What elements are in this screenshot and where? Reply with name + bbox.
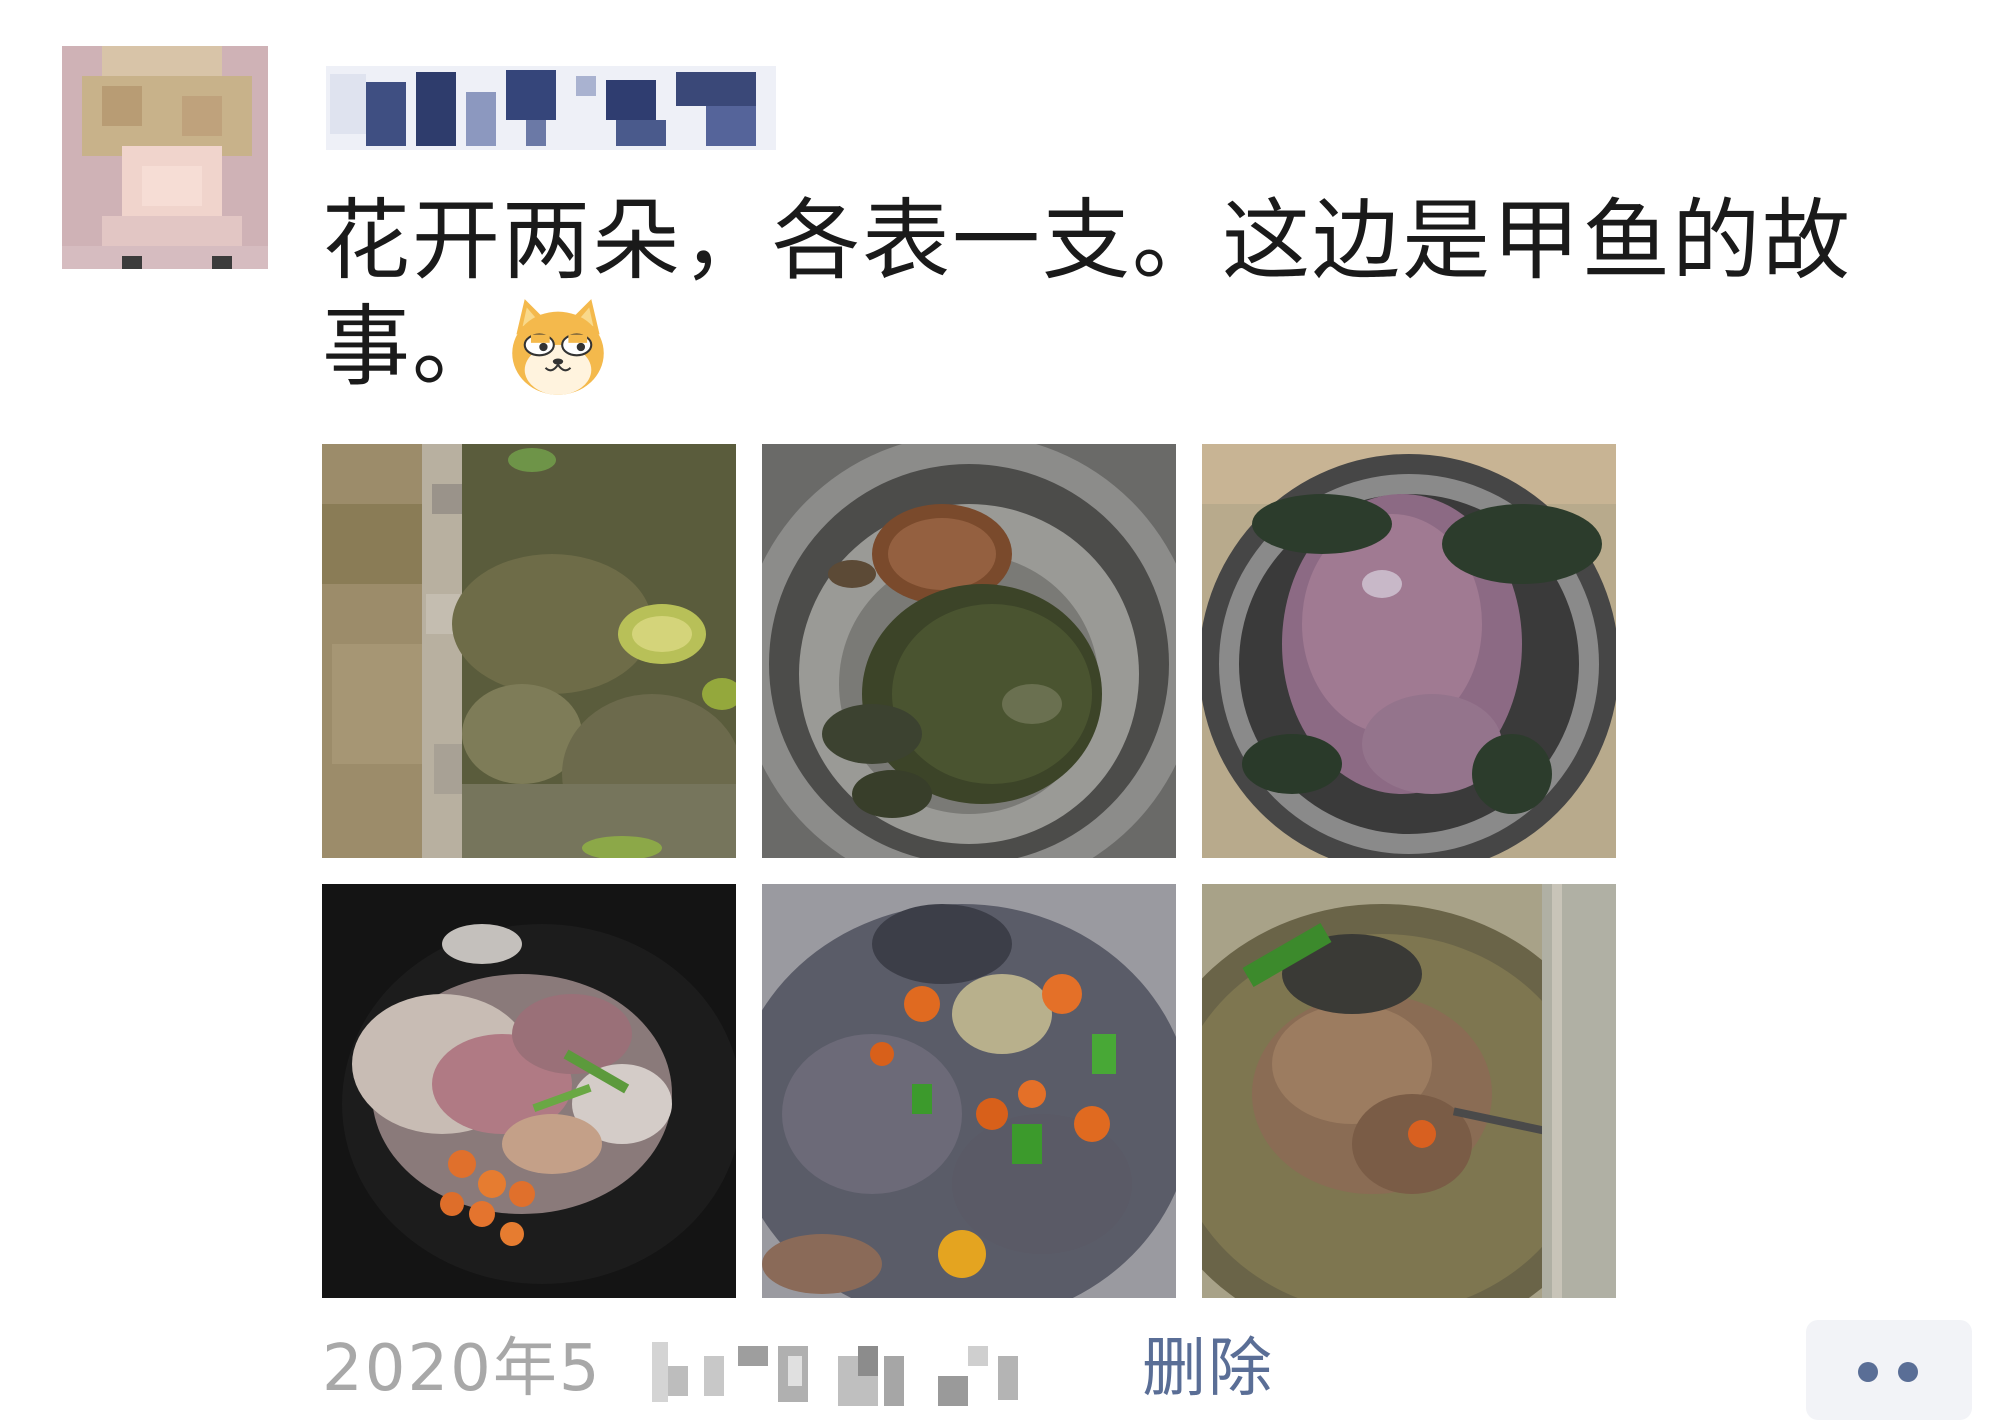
raw-pieces-pot-image (322, 884, 736, 1298)
timestamp: 2020年5 (322, 1332, 602, 1406)
butchered-turtle-image (1202, 444, 1616, 858)
photo-grid (322, 444, 1622, 1304)
pond-image (322, 444, 736, 858)
timestamp-redacted (648, 1336, 1078, 1406)
username[interactable] (326, 66, 776, 150)
cooked-turtle-image (762, 884, 1176, 1298)
doge-cat-emoji (512, 299, 604, 395)
delete-button[interactable]: 删除 (1142, 1326, 1274, 1412)
photo-1[interactable] (322, 444, 736, 858)
post-text: 花开两朵，各表一支。这边是甲鱼的故事。 (322, 188, 1922, 405)
turtle-soup-image (1202, 884, 1616, 1298)
post-footer: 2020年5 删除 (322, 1320, 2002, 1420)
photo-2[interactable] (762, 444, 1176, 858)
photo-3[interactable] (1202, 444, 1616, 858)
more-dot-icon (1858, 1362, 1878, 1382)
more-options-button[interactable] (1806, 1320, 1972, 1420)
photo-5[interactable] (762, 884, 1176, 1298)
more-dot-icon (1898, 1362, 1918, 1382)
photo-6[interactable] (1202, 884, 1616, 1298)
avatar[interactable] (62, 46, 268, 269)
photo-4[interactable] (322, 884, 736, 1298)
turtles-basin-image (762, 444, 1176, 858)
